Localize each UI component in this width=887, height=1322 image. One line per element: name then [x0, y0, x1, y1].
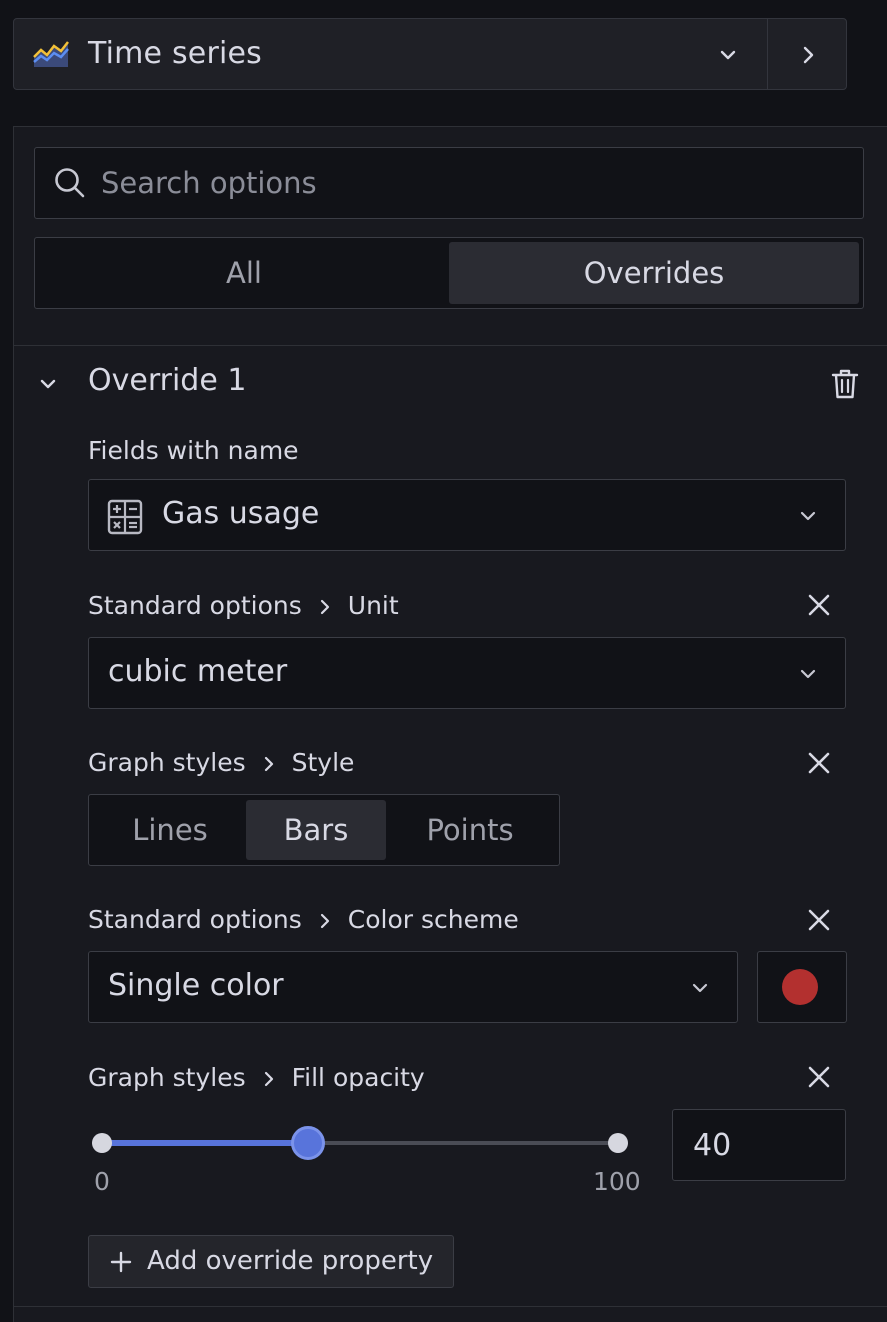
chevron-down-icon — [800, 511, 816, 521]
chevron-right-icon[interactable] — [796, 43, 820, 67]
matcher-label: Fields with name — [88, 436, 299, 465]
add-override-property-button[interactable]: Add override property — [88, 1235, 454, 1288]
property-label-color-scheme: Standard options Color scheme — [88, 905, 519, 934]
slider-fill — [102, 1140, 309, 1146]
slider-min-label: 0 — [94, 1167, 110, 1196]
property-name: Color scheme — [347, 905, 519, 934]
breadcrumb-separator — [246, 748, 292, 777]
options-pane: All Overrides Override 1 Fields with nam… — [13, 126, 887, 1322]
fill-opacity-input-box[interactable] — [672, 1109, 846, 1181]
section-divider — [14, 1306, 887, 1307]
property-label-unit: Standard options Unit — [88, 591, 399, 620]
slider-handle[interactable] — [291, 1126, 326, 1160]
calculator-icon — [107, 499, 143, 535]
slider-max-marker — [608, 1133, 628, 1153]
property-category: Standard options — [88, 905, 302, 934]
tab-overrides[interactable]: Overrides — [449, 242, 859, 304]
color-swatch — [782, 969, 818, 1005]
chevron-right-icon — [264, 756, 273, 772]
chevron-down-icon[interactable] — [716, 43, 740, 67]
breadcrumb-separator — [302, 905, 348, 934]
property-category: Graph styles — [88, 748, 246, 777]
visualization-title: Time series — [88, 36, 262, 71]
style-option-lines[interactable]: Lines — [94, 800, 246, 860]
property-label-fill-opacity: Graph styles Fill opacity — [88, 1063, 425, 1092]
property-category: Standard options — [88, 591, 302, 620]
search-icon — [55, 168, 85, 198]
style-option-bars[interactable]: Bars — [246, 800, 386, 860]
unit-value: cubic meter — [108, 654, 288, 689]
style-option-points[interactable]: Points — [386, 800, 554, 860]
picker-divider — [767, 19, 768, 89]
chevron-down-icon[interactable] — [36, 372, 60, 396]
property-name: Style — [291, 748, 355, 777]
fill-opacity-slider[interactable]: 0 100 — [88, 1123, 648, 1203]
color-scheme-value: Single color — [108, 968, 284, 1003]
chevron-down-icon — [692, 983, 708, 993]
style-radio-group: Lines Bars Points — [88, 794, 560, 866]
color-scheme-select[interactable]: Single color — [88, 951, 738, 1023]
slider-min-marker — [92, 1133, 112, 1153]
fill-opacity-input[interactable] — [691, 1120, 831, 1170]
property-name: Unit — [347, 591, 399, 620]
remove-property-color-scheme-icon[interactable] — [804, 905, 834, 935]
breadcrumb-separator — [302, 591, 348, 620]
matcher-label-text: Fields with name — [88, 436, 299, 465]
unit-select[interactable]: cubic meter — [88, 637, 846, 709]
plus-icon — [110, 1251, 132, 1273]
field-name-select[interactable]: Gas usage — [88, 479, 846, 551]
add-override-property-label: Add override property — [147, 1246, 434, 1276]
property-category: Graph styles — [88, 1063, 246, 1092]
search-input[interactable] — [99, 156, 839, 210]
tab-all[interactable]: All — [39, 242, 449, 304]
options-tabs: All Overrides — [34, 237, 864, 309]
property-name: Fill opacity — [291, 1063, 425, 1092]
chevron-right-icon — [320, 913, 329, 929]
chevron-right-icon — [320, 599, 329, 615]
visualization-picker[interactable]: Time series — [13, 18, 847, 90]
override-title[interactable]: Override 1 — [88, 363, 246, 398]
chevron-down-icon — [800, 669, 816, 679]
search-box[interactable] — [34, 147, 864, 219]
property-label-style: Graph styles Style — [88, 748, 354, 777]
remove-property-style-icon[interactable] — [804, 748, 834, 778]
color-picker-button[interactable] — [757, 951, 847, 1023]
chevron-right-icon — [264, 1071, 273, 1087]
time-series-icon — [33, 41, 69, 67]
remove-property-fill-opacity-icon[interactable] — [804, 1062, 834, 1092]
trash-icon[interactable] — [830, 368, 860, 400]
slider-max-label: 100 — [593, 1167, 641, 1196]
breadcrumb-separator — [246, 1063, 292, 1092]
remove-property-unit-icon[interactable] — [804, 590, 834, 620]
field-name-value: Gas usage — [162, 496, 320, 531]
section-divider — [14, 345, 887, 346]
